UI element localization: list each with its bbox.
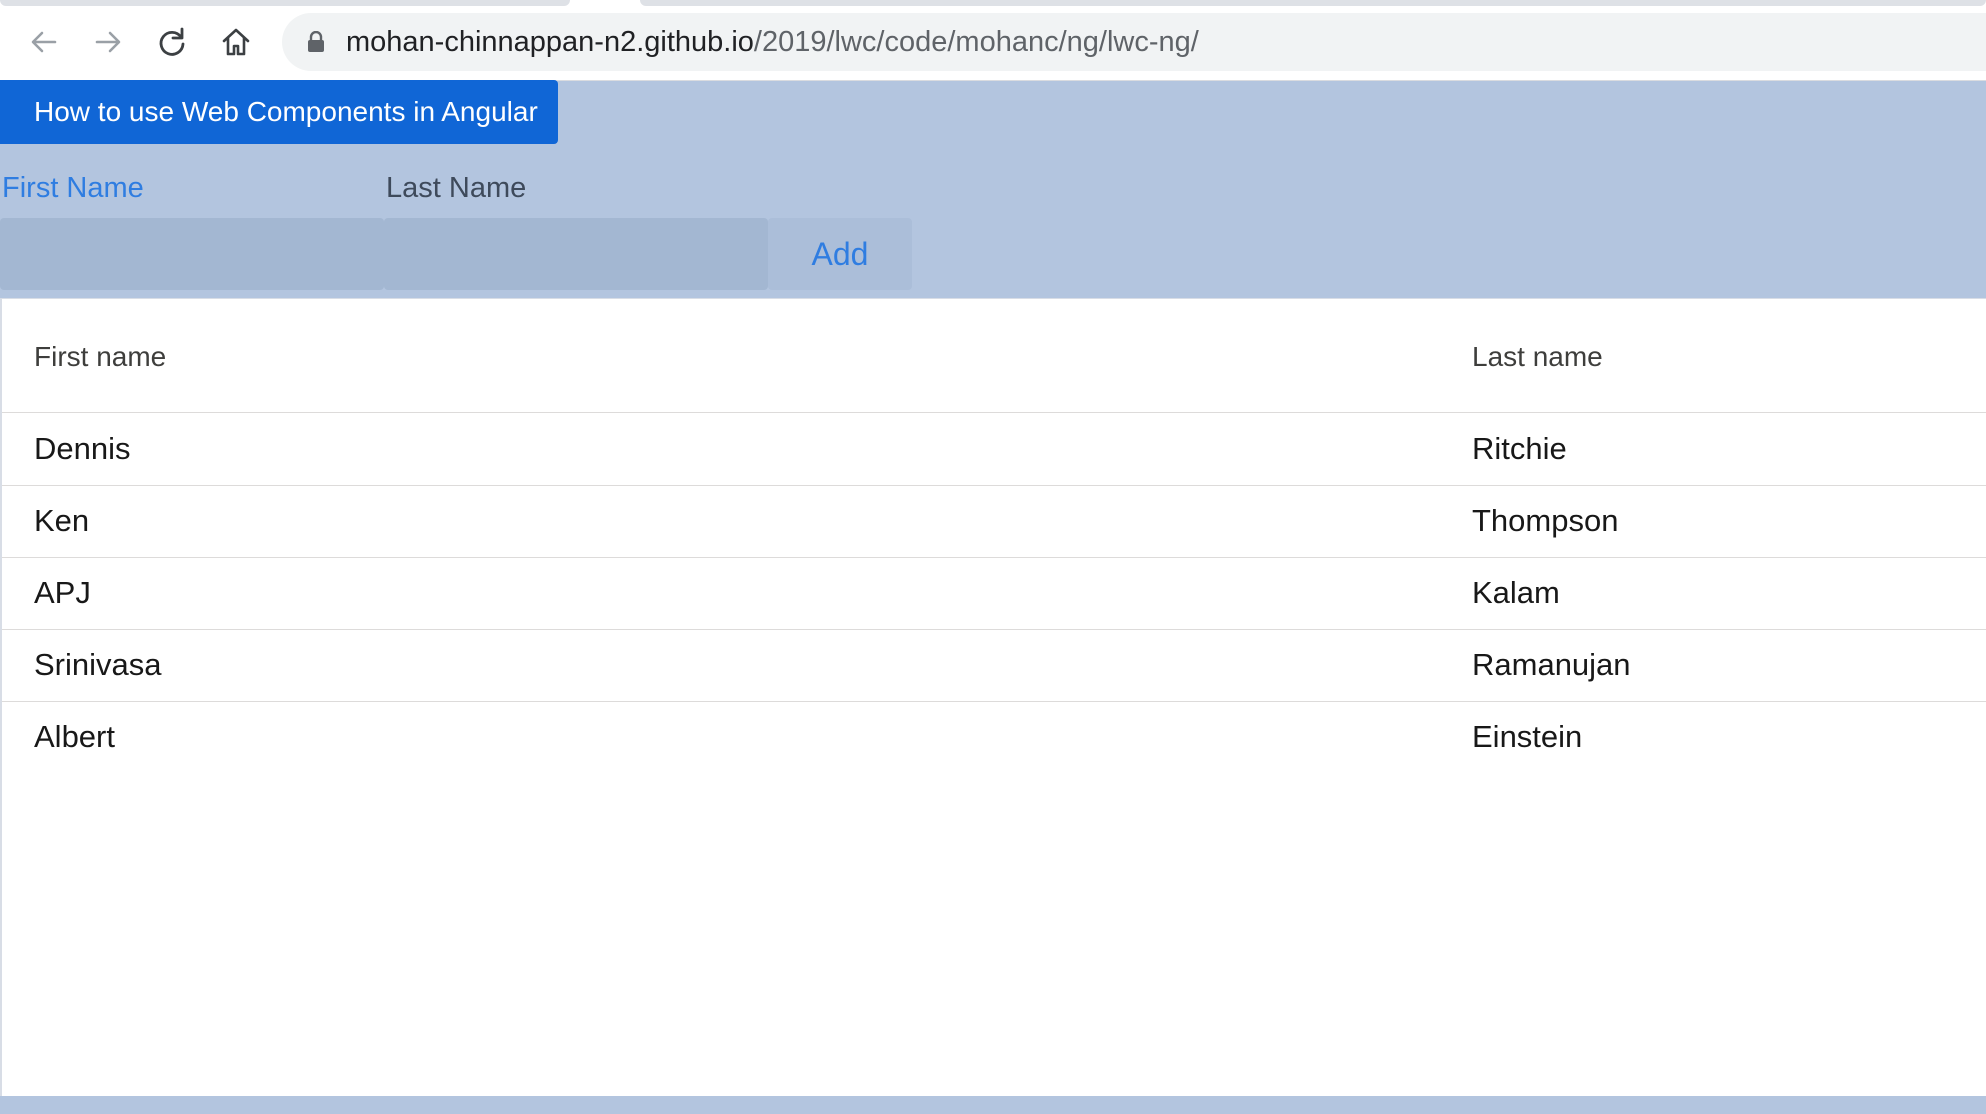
forward-arrow-icon[interactable] [86, 20, 130, 64]
browser-toolbar: mohan-chinnappan-n2.github.io/2019/lwc/c… [0, 0, 1986, 81]
column-header-first-name[interactable]: First name [34, 341, 166, 373]
last-name-cell: Kalam [1472, 575, 1560, 610]
last-name-input[interactable] [384, 218, 768, 290]
lock-icon[interactable] [306, 31, 326, 53]
last-name-cell: Ritchie [1472, 431, 1567, 466]
tab-strip-left [0, 0, 570, 6]
column-header-last-name[interactable]: Last name [1472, 341, 1603, 373]
table-row: APJ Kalam [2, 557, 1986, 630]
home-icon[interactable] [214, 20, 258, 64]
table-row: Ken Thompson [2, 485, 1986, 558]
table-header: First name Last name [2, 299, 1986, 413]
back-arrow-icon[interactable] [22, 20, 66, 64]
url-text[interactable]: mohan-chinnappan-n2.github.io/2019/lwc/c… [346, 13, 1199, 71]
last-name-cell: Ramanujan [1472, 647, 1631, 682]
tab-strip-right [640, 0, 1986, 6]
names-table: First name Last name Dennis Ritchie Ken … [0, 298, 1986, 1096]
first-name-cell: Albert [34, 719, 115, 754]
url-path: /2019/lwc/code/mohanc/ng/lwc-ng/ [753, 26, 1199, 58]
first-name-cell: APJ [34, 575, 91, 610]
table-row: Srinivasa Ramanujan [2, 629, 1986, 702]
table-row: Albert Einstein [2, 701, 1986, 773]
url-host: mohan-chinnappan-n2.github.io [346, 26, 754, 58]
table-row: Dennis Ritchie [2, 413, 1986, 486]
last-name-cell: Thompson [1472, 503, 1619, 538]
first-name-input[interactable] [0, 218, 384, 290]
header-title-button[interactable]: How to use Web Components in Angular [0, 80, 558, 144]
reload-icon[interactable] [150, 20, 194, 64]
first-name-label: First Name [2, 172, 144, 204]
address-bar[interactable]: mohan-chinnappan-n2.github.io/2019/lwc/c… [282, 13, 1986, 71]
first-name-cell: Ken [34, 503, 90, 538]
last-name-cell: Einstein [1472, 719, 1583, 754]
last-name-label: Last Name [386, 172, 527, 204]
add-button[interactable]: Add [768, 218, 912, 290]
first-name-cell: Srinivasa [34, 647, 162, 682]
page-footer-strip [0, 1096, 1986, 1114]
first-name-cell: Dennis [34, 431, 131, 466]
